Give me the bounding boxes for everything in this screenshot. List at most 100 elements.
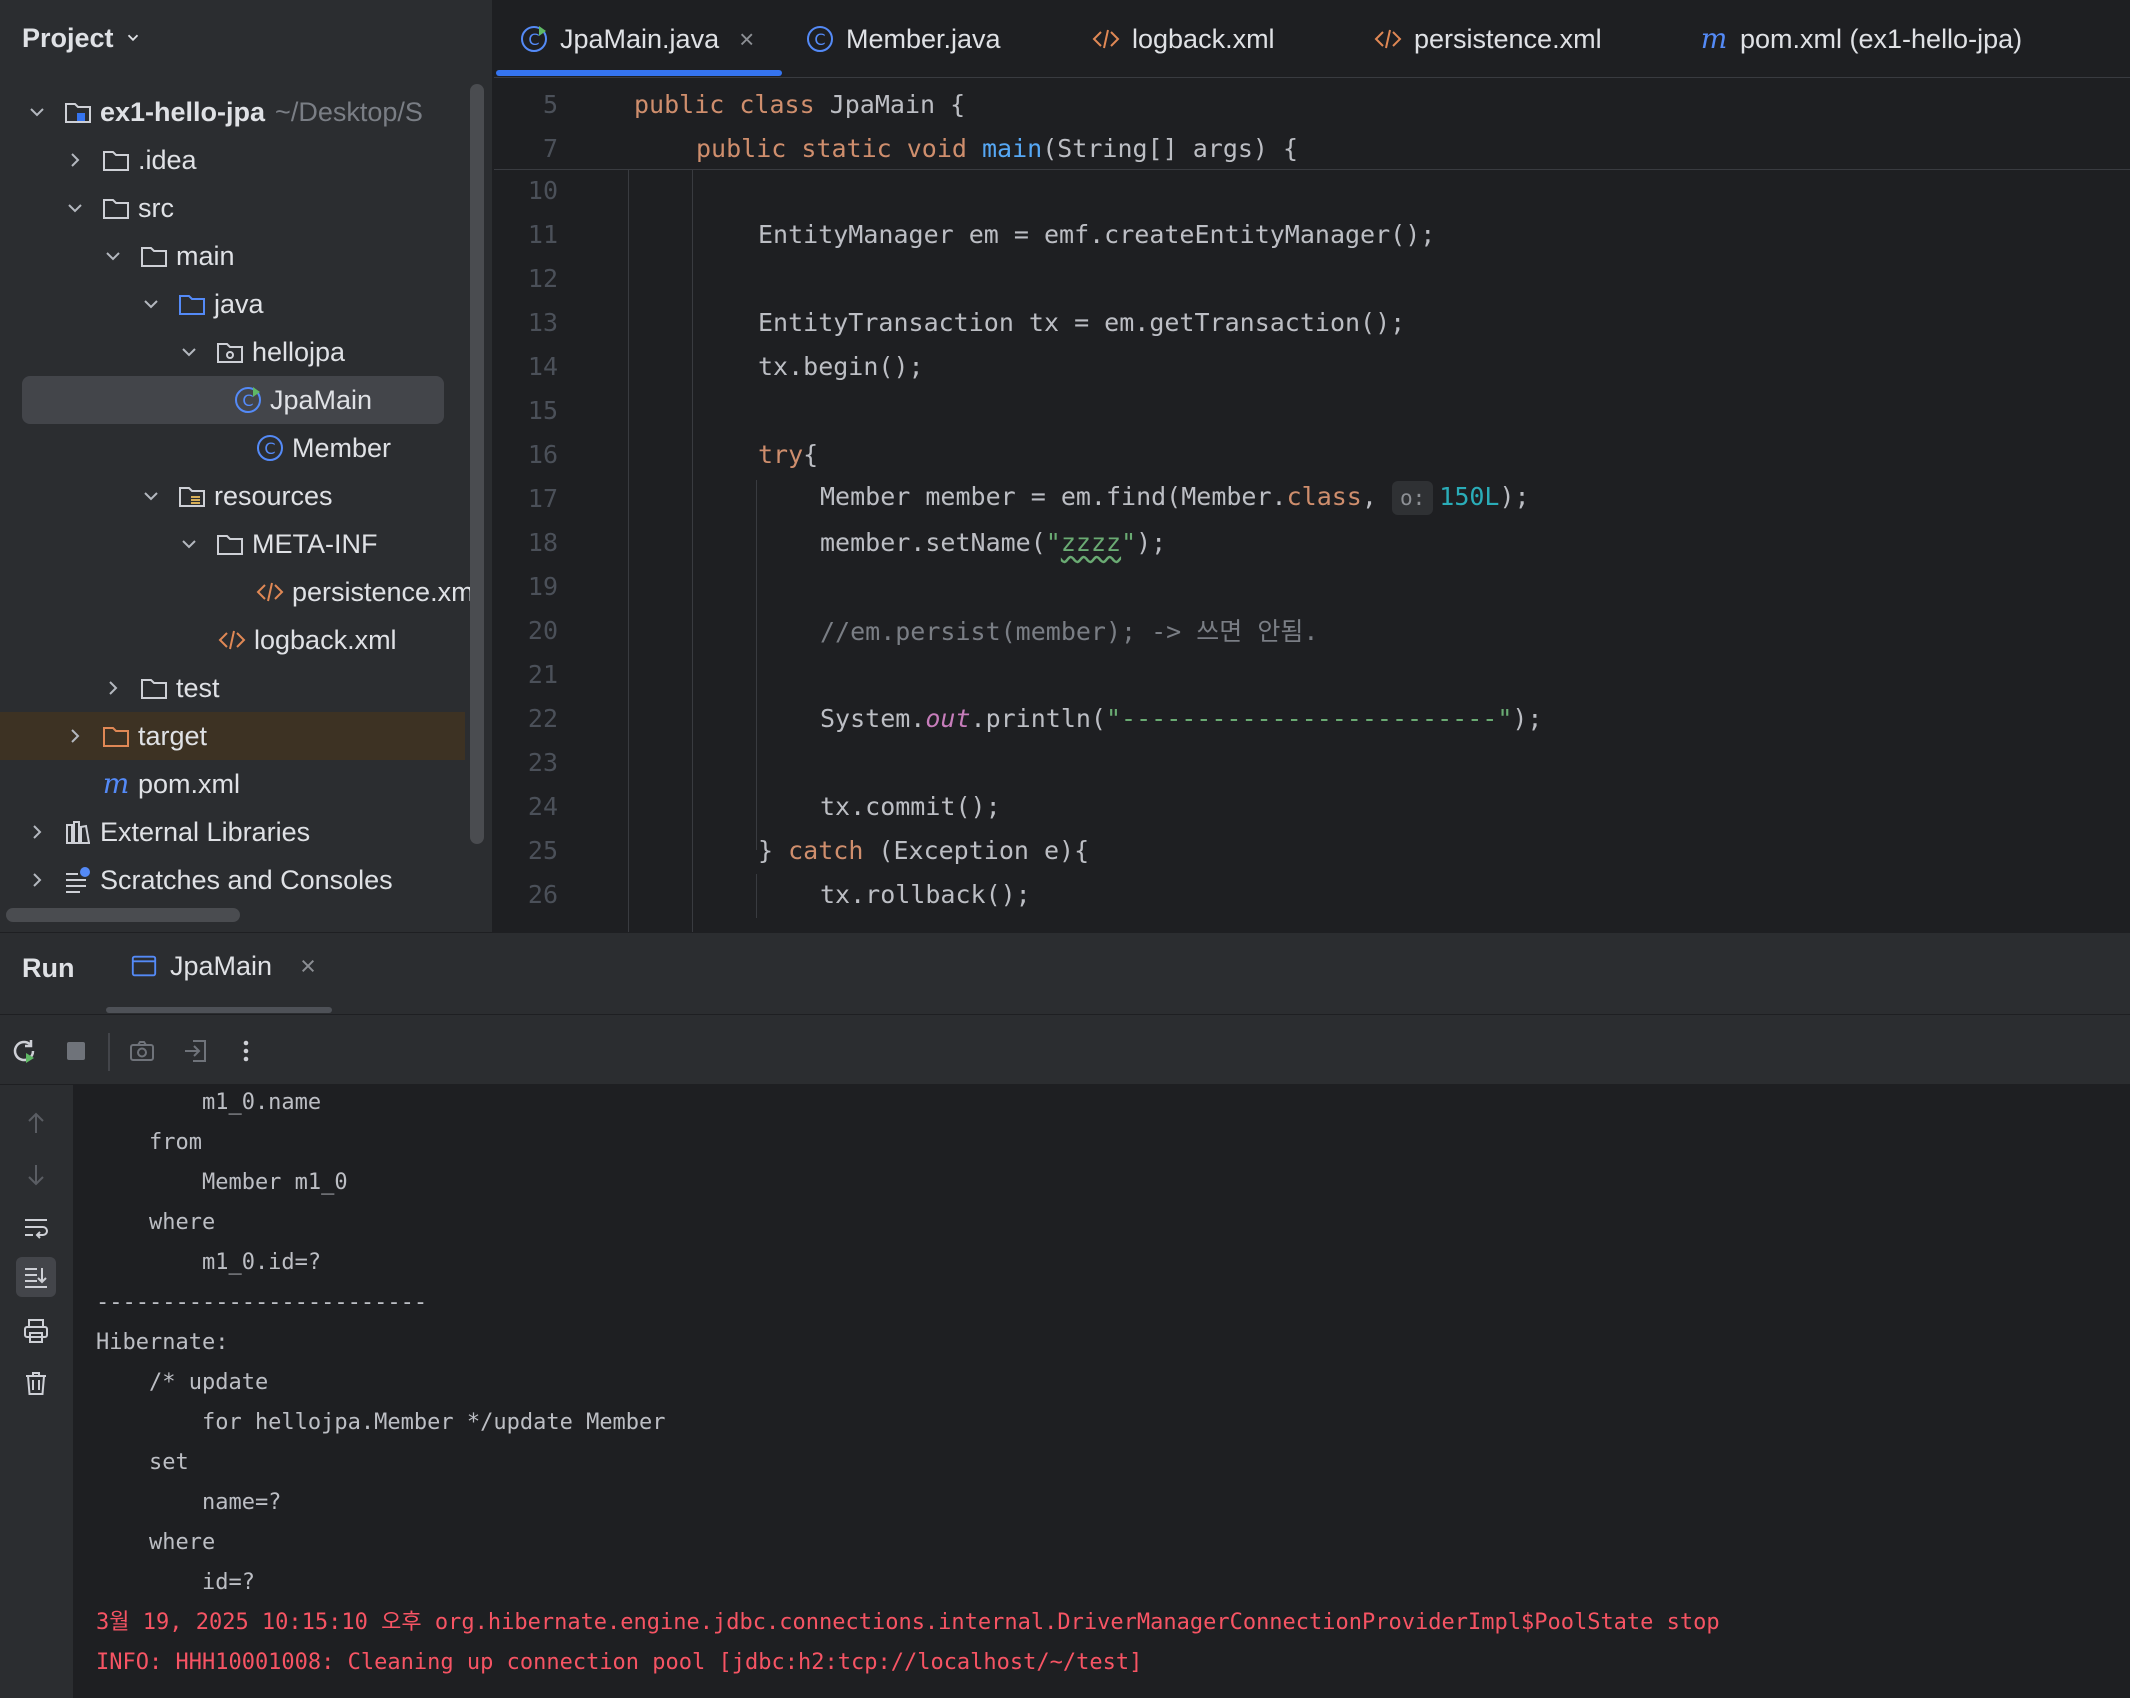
active-tab-indicator bbox=[496, 70, 782, 76]
project-view-selector[interactable]: Project bbox=[22, 18, 142, 58]
exit-button[interactable] bbox=[178, 1033, 214, 1069]
excluded-folder-icon bbox=[100, 720, 132, 752]
console-line: set bbox=[96, 1450, 189, 1475]
line-number: 24 bbox=[527, 791, 558, 821]
package-icon bbox=[214, 336, 246, 368]
chevron-down-icon[interactable] bbox=[140, 485, 162, 507]
runnable-class-icon: C bbox=[518, 23, 550, 55]
tree-item-logback-xml[interactable]: logback.xml bbox=[0, 616, 470, 664]
print-button[interactable] bbox=[16, 1311, 56, 1351]
chevron-right-icon[interactable] bbox=[64, 149, 86, 171]
tree-label: Member bbox=[292, 432, 392, 463]
console-output[interactable]: m1_0.name from Member m1_0 where m1_0.id… bbox=[74, 1085, 2130, 1698]
tree-item-member[interactable]: C Member bbox=[0, 424, 470, 472]
tree-item-ex1-hello-jpa[interactable]: ex1-hello-jpa ~/Desktop/S bbox=[0, 88, 470, 136]
console-line: for hellojpa.Member */update Member bbox=[96, 1410, 679, 1435]
more-vertical-icon bbox=[243, 1040, 249, 1062]
tree-item-scratches[interactable]: Scratches and Consoles bbox=[0, 856, 470, 904]
tab-label: pom.xml (ex1-hello-jpa) bbox=[1740, 23, 2023, 54]
chevron-right-icon[interactable] bbox=[26, 869, 48, 891]
code-editor[interactable]: C JpaMain.java × C Member.java logback.x… bbox=[494, 0, 2130, 932]
line-number: 17 bbox=[527, 483, 558, 513]
code-line: 20 //em.persist(member); -> 쓰면 안됨. bbox=[494, 608, 2130, 652]
svg-text:C: C bbox=[814, 30, 825, 49]
clear-all-button[interactable] bbox=[16, 1363, 56, 1403]
tree-label: target bbox=[138, 720, 208, 751]
soft-wrap-button[interactable] bbox=[16, 1207, 56, 1247]
console-line: name=? bbox=[96, 1490, 295, 1515]
code-line: 15 bbox=[494, 388, 2130, 432]
code-line: 24 tx.commit(); bbox=[494, 784, 2130, 828]
tree-item-jpamain[interactable]: C JpaMain bbox=[0, 376, 444, 424]
rerun-icon bbox=[13, 1040, 35, 1063]
folder-icon bbox=[100, 144, 132, 176]
tree-label: JpaMain bbox=[270, 384, 373, 415]
console-line: m1_0.id=? bbox=[96, 1250, 322, 1275]
tree-item-idea[interactable]: .idea bbox=[0, 136, 470, 184]
scroll-up-button[interactable] bbox=[16, 1103, 56, 1143]
code-text: member.setName("zzzz"); bbox=[820, 527, 1167, 557]
tree-item-external-libraries[interactable]: External Libraries bbox=[0, 808, 470, 856]
code-line: 7 public static void main(String[] args)… bbox=[494, 126, 2130, 170]
chevron-down-icon[interactable] bbox=[140, 293, 162, 315]
code-text: tx.commit(); bbox=[820, 791, 1001, 821]
xml-file-icon bbox=[216, 624, 248, 656]
console-line: from bbox=[96, 1130, 202, 1155]
chevron-down-icon[interactable] bbox=[26, 101, 48, 123]
trash-icon bbox=[26, 1372, 46, 1395]
tree-item-test[interactable]: test bbox=[0, 664, 470, 712]
chevron-down-icon[interactable] bbox=[178, 341, 200, 363]
code-text: public class JpaMain { bbox=[634, 89, 966, 119]
console-line: where bbox=[96, 1530, 216, 1555]
camera-icon bbox=[130, 1041, 154, 1061]
screenshot-button[interactable] bbox=[124, 1033, 160, 1069]
tab-logback-xml[interactable]: logback.xml bbox=[1090, 0, 1275, 78]
chevron-down-icon[interactable] bbox=[102, 245, 124, 267]
code-line: 18 member.setName("zzzz"); bbox=[494, 520, 2130, 564]
tree-item-java[interactable]: java bbox=[0, 280, 470, 328]
tab-pom-xml[interactable]: m pom.xml (ex1-hello-jpa) bbox=[1698, 0, 2022, 78]
tree-label: hellojpa bbox=[252, 336, 346, 367]
scroll-down-button[interactable] bbox=[16, 1155, 56, 1195]
tree-label: pom.xml bbox=[138, 768, 241, 799]
xml-file-icon bbox=[1372, 23, 1404, 55]
chevron-down-icon[interactable] bbox=[178, 533, 200, 555]
chevron-down-icon[interactable] bbox=[64, 197, 86, 219]
maven-icon: m bbox=[100, 768, 132, 800]
vertical-scrollbar[interactable] bbox=[470, 84, 484, 844]
tree-item-hellojpa[interactable]: hellojpa bbox=[0, 328, 470, 376]
tree-item-target[interactable]: target bbox=[0, 712, 465, 760]
tree-item-main[interactable]: main bbox=[0, 232, 470, 280]
tree-item-persistence-xml[interactable]: persistence.xml bbox=[0, 568, 480, 616]
svg-text:C: C bbox=[264, 439, 275, 458]
tree-item-resources[interactable]: resources bbox=[0, 472, 470, 520]
chevron-right-icon[interactable] bbox=[102, 677, 124, 699]
console-line: Hibernate: bbox=[96, 1330, 242, 1355]
chevron-right-icon[interactable] bbox=[64, 725, 86, 747]
code-text: tx.begin(); bbox=[758, 351, 924, 381]
tab-jpamain-java[interactable]: C JpaMain.java × bbox=[518, 0, 754, 78]
line-number: 16 bbox=[527, 439, 558, 469]
tree-path-hint: ~/Desktop/S bbox=[275, 96, 423, 127]
horizontal-scrollbar[interactable] bbox=[6, 908, 240, 922]
code-line: 23 bbox=[494, 740, 2130, 784]
tab-member-java[interactable]: C Member.java bbox=[804, 0, 1001, 78]
code-text: tx.rollback(); bbox=[820, 879, 1031, 909]
stop-button[interactable] bbox=[58, 1033, 94, 1069]
tree-label: META-INF bbox=[252, 528, 378, 559]
scroll-to-end-button[interactable] bbox=[16, 1257, 56, 1297]
tree-item-src[interactable]: src bbox=[0, 184, 470, 232]
tree-item-meta-inf[interactable]: META-INF bbox=[0, 520, 470, 568]
code-line: 16 try{ bbox=[494, 432, 2130, 476]
run-tab-jpamain[interactable]: JpaMain × bbox=[130, 951, 316, 982]
close-icon[interactable]: × bbox=[300, 951, 316, 982]
close-icon[interactable]: × bbox=[739, 24, 754, 55]
chevron-right-icon[interactable] bbox=[26, 821, 48, 843]
rerun-button[interactable] bbox=[6, 1033, 42, 1069]
svg-text:C: C bbox=[242, 391, 253, 410]
more-options-button[interactable] bbox=[228, 1033, 264, 1069]
run-panel: Run JpaMain × m1_0.name from Member m1_0… bbox=[0, 932, 2130, 1698]
typo-squiggle: zzzz bbox=[1060, 527, 1122, 557]
tab-persistence-xml[interactable]: persistence.xml bbox=[1372, 0, 1602, 78]
tree-item-pom-xml[interactable]: m pom.xml bbox=[0, 760, 470, 808]
